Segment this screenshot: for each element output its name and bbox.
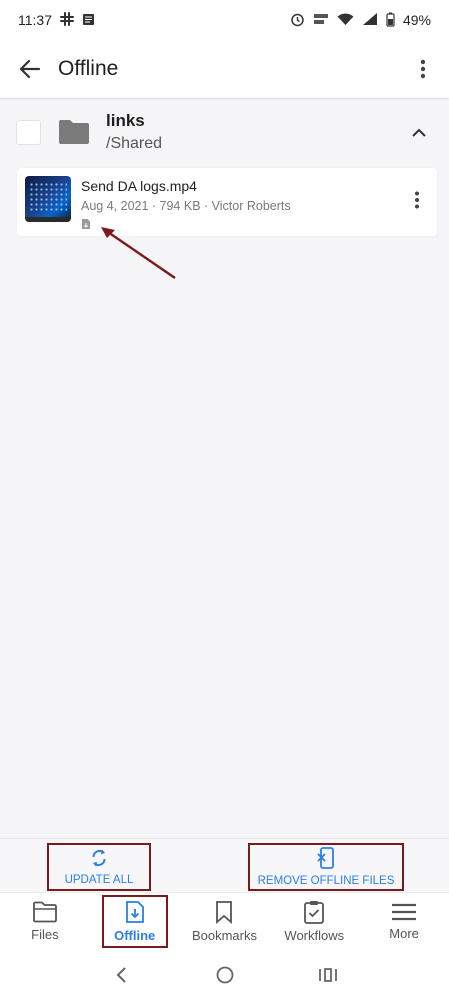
system-home-button[interactable]	[213, 963, 237, 987]
nav-offline[interactable]: Offline	[90, 893, 180, 950]
wifi-icon	[337, 13, 354, 28]
overflow-menu-button[interactable]	[411, 53, 435, 85]
notes-icon	[82, 13, 95, 28]
file-list-item[interactable]: Send DA logs.mp4 Aug 4, 2021 · 794 KB · …	[17, 168, 437, 236]
more-vertical-icon	[420, 59, 426, 79]
folder-row[interactable]: links /Shared	[0, 98, 449, 166]
update-all-button[interactable]: UPDATE ALL	[47, 843, 151, 891]
battery-icon	[386, 12, 395, 29]
nav-workflows-label: Workflows	[284, 928, 345, 943]
offline-action-bar: UPDATE ALL REMOVE OFFLINE FILES	[0, 838, 449, 894]
clipboard-check-icon	[304, 901, 325, 924]
file-overflow-button[interactable]	[405, 184, 429, 216]
folder-outline-icon	[32, 901, 57, 923]
home-circle-icon	[216, 966, 233, 983]
sync-icon	[92, 849, 106, 867]
menu-icon	[392, 903, 417, 921]
back-button[interactable]	[14, 53, 46, 85]
battery-percent: 49%	[402, 12, 431, 28]
nav-bookmarks[interactable]: Bookmarks	[180, 893, 270, 950]
nav-more[interactable]: More	[359, 893, 449, 950]
offline-file-icon	[81, 217, 91, 229]
remove-offline-label: REMOVE OFFLINE FILES	[257, 875, 395, 887]
annotation-arrow-icon	[101, 227, 176, 279]
bookmark-icon	[216, 901, 233, 924]
folder-name: links	[106, 111, 145, 130]
chevron-up-icon	[412, 128, 426, 137]
arrow-left-icon	[19, 59, 41, 79]
more-vertical-icon	[415, 191, 419, 209]
remove-offline-icon	[317, 847, 334, 869]
nav-workflows[interactable]: Workflows	[269, 893, 359, 950]
system-navigation-bar	[0, 950, 449, 999]
system-recents-button[interactable]	[316, 963, 340, 987]
file-name: Send DA logs.mp4	[81, 178, 197, 194]
remove-offline-files-button[interactable]: REMOVE OFFLINE FILES	[248, 843, 404, 891]
alarm-icon	[290, 12, 305, 29]
folder-checkbox[interactable]	[16, 119, 41, 145]
slack-icon	[60, 12, 74, 28]
collapse-button[interactable]	[407, 120, 431, 144]
status-bar: 11:37 49%	[0, 0, 449, 40]
signal-icon	[362, 12, 378, 28]
nav-more-label: More	[389, 926, 419, 941]
app-bar: Offline	[0, 40, 449, 98]
volte-icon	[313, 12, 329, 28]
recents-icon	[318, 967, 337, 982]
nav-files-label: Files	[31, 927, 59, 942]
folder-path: /Shared	[106, 135, 163, 152]
system-back-button[interactable]	[110, 963, 134, 987]
bottom-navigation: Files Offline Bookmarks Workflows More	[0, 892, 449, 950]
nav-bookmarks-label: Bookmarks	[191, 928, 257, 943]
folder-icon	[58, 119, 90, 145]
file-thumbnail	[25, 176, 71, 222]
update-all-label: UPDATE ALL	[64, 874, 134, 886]
chevron-left-icon	[116, 966, 126, 983]
file-meta: Aug 4, 2021 · 794 KB · Victor Roberts	[81, 199, 291, 213]
nav-files[interactable]: Files	[0, 893, 90, 950]
status-time: 11:37	[18, 12, 52, 28]
page-title: Offline	[58, 57, 119, 80]
